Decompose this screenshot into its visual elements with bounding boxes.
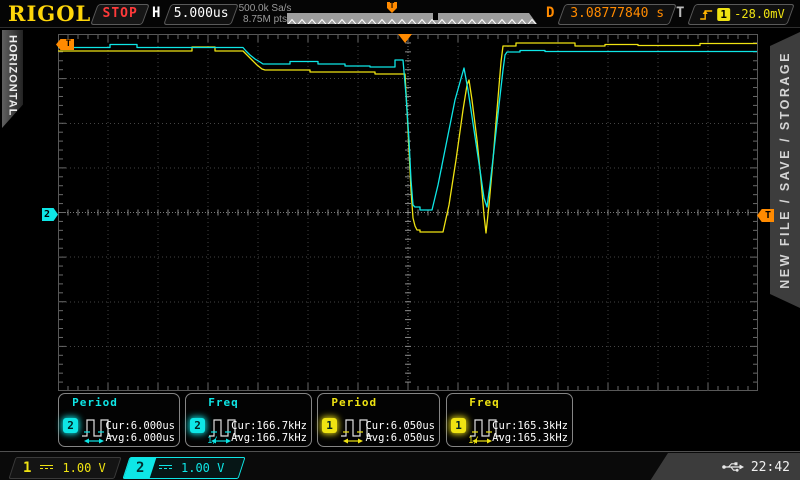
timebase-box[interactable]: 5.000us [163,4,239,25]
sample-rate: 500.0k Sa/s [238,3,292,14]
channel1-number: 1 [23,460,32,476]
measurement-panel-period-ch2[interactable]: Period 2 Cur:6.000usAvg:6.000us Min:2.40… [58,393,180,480]
channel-badge: 2 [190,418,205,433]
delay-box[interactable]: 3.08777840 s [557,4,677,25]
measurement-panel-period-ch1[interactable]: Period 1 Cur:6.050usAvg:6.050us Min:2.40… [317,393,440,480]
acquisition-info: 500.0k Sa/s 8.75M pts [236,3,294,25]
trigger-level-value: -28.0mV [734,7,785,21]
run-state-label: STOP [102,6,138,21]
trigger-box[interactable]: 1 -28.0mV [687,4,795,25]
svg-text:1/: 1/ [207,436,218,444]
sidebar-tab-horizontal[interactable]: HORIZONTAL [2,30,23,128]
rigol-logo: RIGOL [8,1,92,26]
delay-value: 3.08777840 s [570,6,665,21]
sidebar-tab-horizontal-label: HORIZONTAL [6,35,19,117]
trigger-level-marker[interactable]: T [757,209,774,222]
trigger-source-badge: 1 [717,7,731,21]
measurement-panel-freq-ch1[interactable]: Freq 1 1/ Cur:165.3kHzAvg:165.3kHz Min:1… [446,393,573,480]
channel1-scale: 1.00 V [62,461,106,475]
memory-waveform-strip [287,17,537,28]
dc-coupling-icon [40,464,54,472]
memory-position-bar[interactable] [287,13,537,24]
channel-badge: 1 [322,418,337,433]
waveform-plot [58,34,758,391]
oscilloscope-screen: RIGOL STOP H 5.000us 500.0k Sa/s 8.75M p… [0,0,800,480]
delay-label: D [546,5,555,21]
sidebar-tab-storage-menu[interactable]: NEW FILE / SAVE / STORAGE [770,32,800,308]
channel2-scale: 1.00 V [181,461,225,475]
memory-window-marker [433,13,438,20]
channel-badge: 1 [451,418,466,433]
ch2-position-marker[interactable]: 2 [42,208,58,221]
run-stop-button[interactable]: STOP [90,4,150,25]
timebase-value: 5.000us [173,6,229,21]
memory-trigger-pin[interactable]: T [387,2,397,13]
system-status-area: 22:42 [650,453,800,480]
clock-time: 22:42 [750,459,790,475]
dc-coupling-icon [159,464,172,472]
channel1-tab[interactable]: 1 1.00 V [8,457,122,479]
bottom-status-bar: 1 1.00 V 2 1.00 V 22:42 [0,451,800,480]
sidebar-tab-storage-label: NEW FILE / SAVE / STORAGE [778,51,792,289]
memory-depth: 8.75M pts [243,14,287,25]
svg-text:1/: 1/ [468,436,479,444]
trigger-slope-icon [700,10,713,20]
measurement-panel-freq-ch2[interactable]: Freq 2 1/ Cur:166.7kHzAvg:166.7kHz Min:1… [185,393,312,480]
channel2-tab[interactable]: 2 1.00 V [122,457,246,479]
channel-badge: 2 [63,418,78,433]
usb-icon [722,462,744,472]
top-status-bar: RIGOL STOP H 5.000us 500.0k Sa/s 8.75M p… [0,0,800,28]
horizontal-system-label: H [152,5,161,21]
trigger-system-label: T [676,5,685,21]
